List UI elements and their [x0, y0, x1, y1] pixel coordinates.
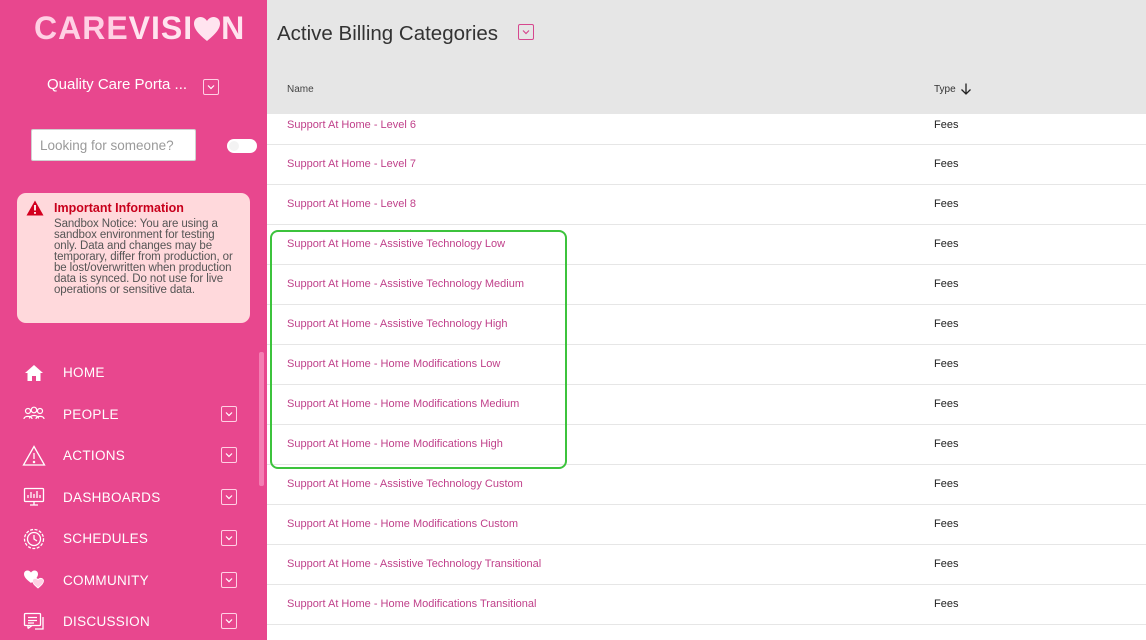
discussion-icon [22, 610, 46, 634]
organization-name[interactable]: Quality Care Porta ... [47, 76, 187, 93]
category-type: Fees [934, 358, 959, 370]
category-type: Fees [934, 398, 959, 410]
chevron-down-icon [225, 536, 233, 541]
main-navigation: HOME PEOPLE ACTIONS DASHBOARDS SCHEDULES… [0, 352, 267, 640]
clock-icon [22, 527, 46, 551]
nav-item-schedules[interactable]: SCHEDULES [0, 518, 267, 560]
home-icon [22, 361, 46, 385]
category-name-link[interactable]: Support At Home - Assistive Technology M… [287, 278, 524, 290]
column-header-name[interactable]: Name [287, 84, 314, 95]
nav-item-dashboards[interactable]: DASHBOARDS [0, 477, 267, 519]
category-name-link[interactable]: Support At Home - Assistive Technology H… [287, 318, 508, 330]
page-header: Active Billing Categories Name Type [267, 0, 1146, 114]
table-row[interactable]: Support At Home - Home Modifications Cus… [267, 505, 1146, 545]
info-title: Important Information [54, 201, 184, 215]
category-name-link[interactable]: Support At Home - Home Modifications Low [287, 358, 500, 370]
category-type: Fees [934, 158, 959, 170]
warning-icon [22, 444, 46, 468]
category-type: Fees [934, 119, 959, 131]
logo-text-n: N [221, 10, 246, 46]
table-row[interactable]: Support At Home - Home Modifications Hig… [267, 425, 1146, 465]
nav-label: HOME [63, 365, 105, 381]
community-expand-button[interactable] [221, 571, 237, 588]
category-name-link[interactable]: Support At Home - Level 8 [287, 198, 416, 210]
column-header-type[interactable]: Type [934, 82, 973, 96]
category-name-link[interactable]: Support At Home - Assistive Technology T… [287, 558, 541, 570]
category-name-link[interactable]: Support At Home - Home Modifications Med… [287, 398, 519, 410]
category-type: Fees [934, 278, 959, 290]
column-header-type-label: Type [934, 83, 956, 95]
sidebar: CAREVISI N Quality Care Porta ... Importa… [0, 0, 267, 640]
sidebar-scrollbar[interactable] [259, 352, 264, 486]
category-name-link[interactable]: Support At Home - Assistive Technology C… [287, 478, 523, 490]
nav-item-discussion[interactable]: DISCUSSION [0, 601, 267, 640]
nav-label: ACTIONS [63, 448, 126, 464]
people-icon [22, 402, 46, 426]
table-row[interactable]: Support At Home - Assistive Technology M… [267, 265, 1146, 305]
nav-item-community[interactable]: COMMUNITY [0, 560, 267, 602]
actions-expand-button[interactable] [221, 447, 237, 463]
table-row[interactable]: Support At Home - Home Modifications Med… [267, 385, 1146, 425]
dashboards-expand-button[interactable] [221, 488, 237, 505]
category-type: Fees [934, 238, 959, 250]
table-row[interactable]: Support At Home - Home Modifications Tra… [267, 585, 1146, 625]
category-type: Fees [934, 598, 959, 610]
dashboard-icon [22, 485, 46, 509]
category-type: Fees [934, 318, 959, 330]
important-information-card: Important Information Sandbox Notice: Yo… [17, 193, 250, 323]
chevron-down-icon [225, 619, 233, 624]
nav-item-people[interactable]: PEOPLE [0, 394, 267, 436]
search-input[interactable] [31, 129, 196, 161]
table-row[interactable]: Support At Home - Assistive Technology T… [267, 545, 1146, 585]
category-name-link[interactable]: Support At Home - Level 6 [287, 119, 416, 131]
nav-label: DASHBOARDS [63, 489, 161, 505]
category-name-link[interactable]: Support At Home - Level 7 [287, 158, 416, 170]
billing-categories-table: Support At Home - Level 6 Fees Support At … [267, 114, 1146, 625]
logo-text-care: CARE [34, 10, 129, 46]
carevision-logo[interactable]: CAREVISI N [34, 10, 245, 47]
chevron-down-icon [225, 453, 233, 458]
nav-label: PEOPLE [63, 406, 119, 422]
category-type: Fees [934, 438, 959, 450]
table-row[interactable]: Support At Home - Level 8 Fees [267, 185, 1146, 225]
category-type: Fees [934, 198, 959, 210]
nav-item-home[interactable]: HOME [0, 352, 267, 394]
people-expand-button[interactable] [221, 405, 237, 422]
nav-label: SCHEDULES [63, 531, 149, 547]
schedules-expand-button[interactable] [221, 530, 237, 546]
table-row[interactable]: Support At Home - Assistive Technology L… [267, 225, 1146, 265]
table-row[interactable]: Support At Home - Level 6 Fees [267, 114, 1146, 145]
heart-icon [194, 17, 221, 41]
table-row[interactable]: Support At Home - Assistive Technology C… [267, 465, 1146, 505]
community-icon [22, 568, 46, 592]
chevron-down-icon [225, 577, 233, 582]
table-row[interactable]: Support At Home - Home Modifications Low… [267, 345, 1146, 385]
category-type: Fees [934, 478, 959, 490]
info-text: Sandbox Notice: You are using a sandbox … [54, 218, 233, 296]
chevron-down-icon [207, 85, 215, 90]
category-type: Fees [934, 558, 959, 570]
org-dropdown-button[interactable] [203, 79, 219, 95]
chevron-down-icon [225, 411, 233, 416]
page-title: Active Billing Categories [277, 22, 499, 45]
chevron-down-icon [225, 494, 233, 499]
title-dropdown-button[interactable] [518, 24, 534, 40]
table-row[interactable]: Support At Home - Level 7 Fees [267, 145, 1146, 185]
warning-icon [26, 200, 44, 216]
category-name-link[interactable]: Support At Home - Assistive Technology L… [287, 238, 505, 250]
table-row[interactable]: Support At Home - Assistive Technology H… [267, 305, 1146, 345]
category-name-link[interactable]: Support At Home - Home Modifications Cus… [287, 518, 518, 530]
category-type: Fees [934, 518, 959, 530]
category-name-link[interactable]: Support At Home - Home Modifications Hig… [287, 438, 503, 450]
arrow-down-icon [960, 83, 971, 95]
search-toggle[interactable] [227, 139, 257, 153]
nav-item-actions[interactable]: ACTIONS [0, 435, 267, 477]
category-name-link[interactable]: Support At Home - Home Modifications Tra… [287, 598, 536, 610]
nav-label: DISCUSSION [63, 614, 151, 630]
discussion-expand-button[interactable] [221, 613, 237, 629]
logo-text-visi: VISI [128, 10, 194, 46]
chevron-down-icon [522, 30, 530, 35]
nav-label: COMMUNITY [63, 572, 149, 588]
